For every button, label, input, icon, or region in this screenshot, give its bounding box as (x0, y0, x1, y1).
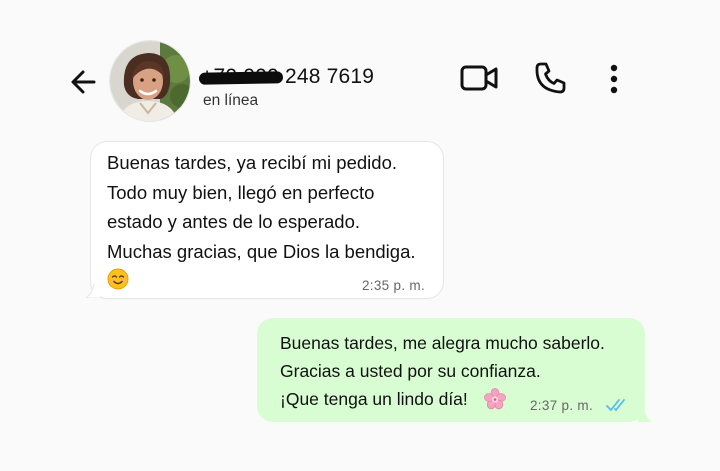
video-camera-icon (460, 65, 498, 91)
phone-icon (535, 62, 566, 94)
contact-name[interactable]: +70 000 248 7619 (201, 65, 374, 89)
video-call-button[interactable] (458, 62, 500, 94)
incoming-message-time: 2:35 p. m. (362, 278, 426, 293)
message-line: estado y antes de lo esperado. (107, 211, 361, 232)
more-options-button[interactable] (600, 62, 628, 96)
outgoing-bubble-tail (638, 408, 652, 422)
more-vertical-icon (610, 64, 618, 94)
redacted-phone-prefix: +70 000 (201, 65, 279, 88)
outgoing-message-time: 2:37 p. m. (530, 398, 594, 413)
double-check-read-icon (606, 399, 625, 411)
message-line: Gracias a usted por su confianza. (280, 361, 541, 381)
incoming-bubble-tail (85, 284, 100, 298)
back-button[interactable] (64, 64, 104, 100)
message-line: Todo muy bien, llegó en perfecto (107, 181, 375, 203)
message-line: Muchas gracias, que Dios la bendiga. (107, 240, 416, 262)
contact-avatar[interactable] (110, 41, 190, 121)
voice-call-button[interactable] (532, 60, 568, 96)
arrow-left-icon (71, 70, 96, 94)
chat-header: +70 000 248 7619 en línea (0, 0, 720, 130)
message-line: Buenas tardes, ya recibí mi pedido. (107, 152, 397, 173)
message-line: Buenas tardes, me alegra mucho saberlo. (280, 333, 605, 353)
smiling-face-emoji (107, 268, 129, 290)
cherry-blossom-emoji (484, 388, 506, 410)
contact-number: 248 7619 (278, 65, 375, 88)
contact-status: en línea (203, 92, 259, 109)
incoming-message-text: Buenas tardes, ya recibí mi pedido. Todo… (107, 148, 416, 266)
contact-photo (110, 41, 190, 121)
